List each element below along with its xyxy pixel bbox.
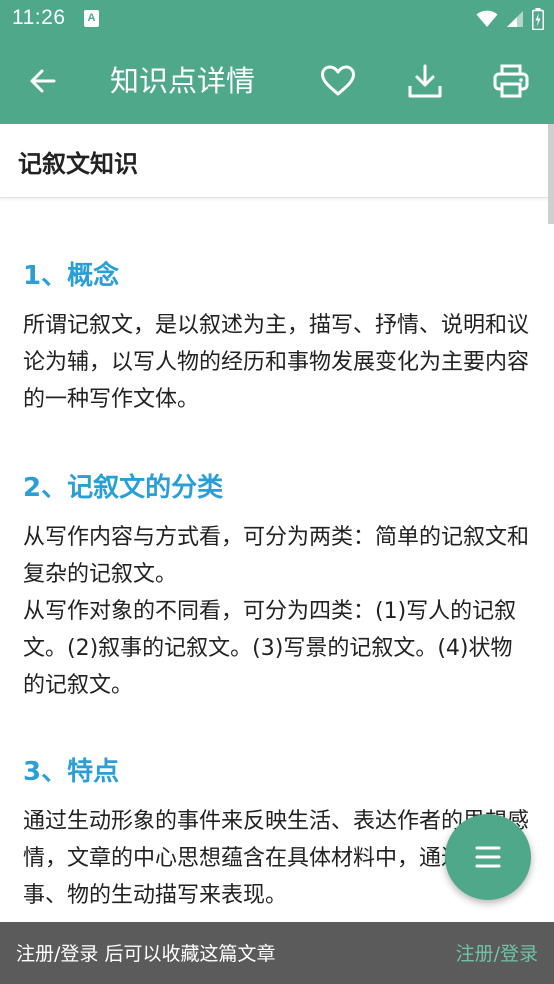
download-button[interactable] <box>402 58 448 104</box>
menu-icon <box>475 846 501 868</box>
login-snackbar: 注册/登录 后可以收藏这篇文章 注册/登录 <box>0 922 554 984</box>
print-icon <box>493 64 529 98</box>
heart-icon <box>321 65 355 96</box>
section-heading: 3、特点 <box>23 757 120 787</box>
menu-fab[interactable] <box>445 814 531 900</box>
article-header: 记叙文知识 <box>0 124 554 198</box>
section-paragraph: 从写作对象的不同看，可分为四类：(1)写人的记叙文。(2)叙事的记叙文。(3)写… <box>23 599 517 698</box>
article-content[interactable]: 1、概念 所谓记叙文，是以叙述为主，描写、抒情、说明和议论为辅，以写人物的经历和… <box>0 199 554 922</box>
print-button[interactable] <box>488 58 534 104</box>
section-paragraph: 所谓记叙文，是以叙述为主，描写、抒情、说明和议论为辅，以写人物的经历和事物发展变… <box>23 313 530 412</box>
status-icons <box>476 7 544 31</box>
status-bar: 11:26 A <box>0 0 554 38</box>
article-title: 记叙文知识 <box>18 150 138 178</box>
battery-icon <box>532 8 544 30</box>
snackbar-message: 注册/登录 后可以收藏这篇文章 <box>16 943 276 965</box>
favorite-button[interactable] <box>315 58 361 104</box>
section-heading: 2、记叙文的分类 <box>23 473 224 503</box>
section-paragraph: 从写作内容与方式看，可分为两类：简单的记叙文和复杂的记叙文。 <box>23 525 530 587</box>
download-icon <box>408 64 442 98</box>
page-title: 知识点详情 <box>110 64 256 98</box>
notification-icon: A <box>84 10 99 27</box>
section-heading: 1、概念 <box>23 261 120 291</box>
back-button[interactable] <box>22 60 64 102</box>
arrow-back-icon <box>30 69 56 93</box>
wifi-icon <box>476 10 498 27</box>
snackbar-login-button[interactable]: 注册/登录 <box>456 939 538 966</box>
signal-icon <box>507 11 523 27</box>
app-toolbar: 知识点详情 <box>0 38 554 124</box>
status-time: 11:26 <box>12 6 66 29</box>
